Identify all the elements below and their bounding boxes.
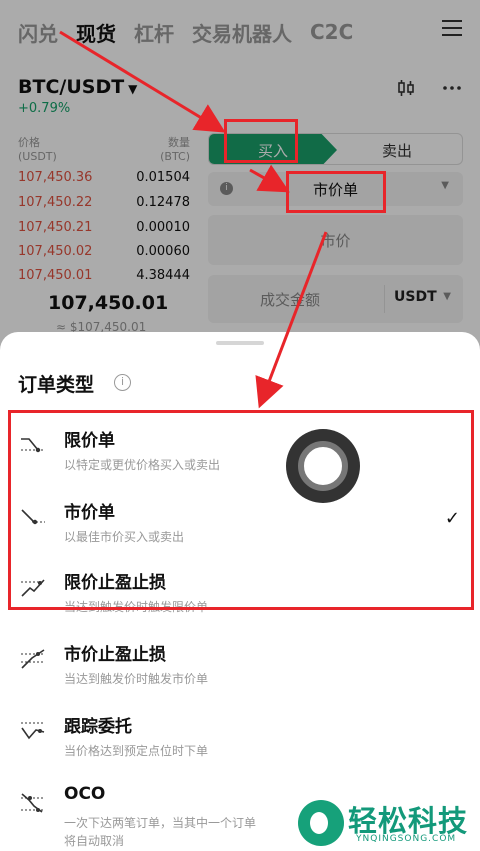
order-option-trailing[interactable]: 跟踪委托 当价格达到预定点位时下单 xyxy=(0,712,480,784)
oco-icon xyxy=(20,790,46,816)
watermark-site: YNQINGSONG.COM xyxy=(356,834,457,844)
order-option-market-tpsl[interactable]: 市价止盈止损 当达到触发价时触发市价单 xyxy=(0,640,480,712)
info-icon[interactable]: i xyxy=(114,374,131,391)
market-tpsl-icon xyxy=(20,646,46,672)
sheet-drag-handle[interactable] xyxy=(216,341,264,345)
highlight-box-order-type xyxy=(286,171,386,213)
option-desc: 当达到触发价时触发市价单 xyxy=(64,672,209,686)
option-name: 跟踪委托 xyxy=(64,717,132,737)
highlight-box-options xyxy=(8,410,474,610)
highlight-box-buy xyxy=(224,119,298,163)
watermark: 轻松科技 YNQINGSONG.COM xyxy=(298,796,478,848)
option-desc: 当价格达到预定点位时下单 xyxy=(64,744,209,758)
tap-indicator-icon xyxy=(286,429,360,503)
sheet-title: 订单类型 xyxy=(18,374,95,396)
option-desc: 一次下达两笔订单，当其中一个订单 xyxy=(64,816,257,830)
option-desc-line2: 将自动取消 xyxy=(64,834,125,848)
brand-logo-icon xyxy=(298,800,344,846)
option-name: OCO xyxy=(64,784,106,804)
trailing-order-icon xyxy=(20,718,46,744)
option-name: 市价止盈止损 xyxy=(64,645,166,665)
